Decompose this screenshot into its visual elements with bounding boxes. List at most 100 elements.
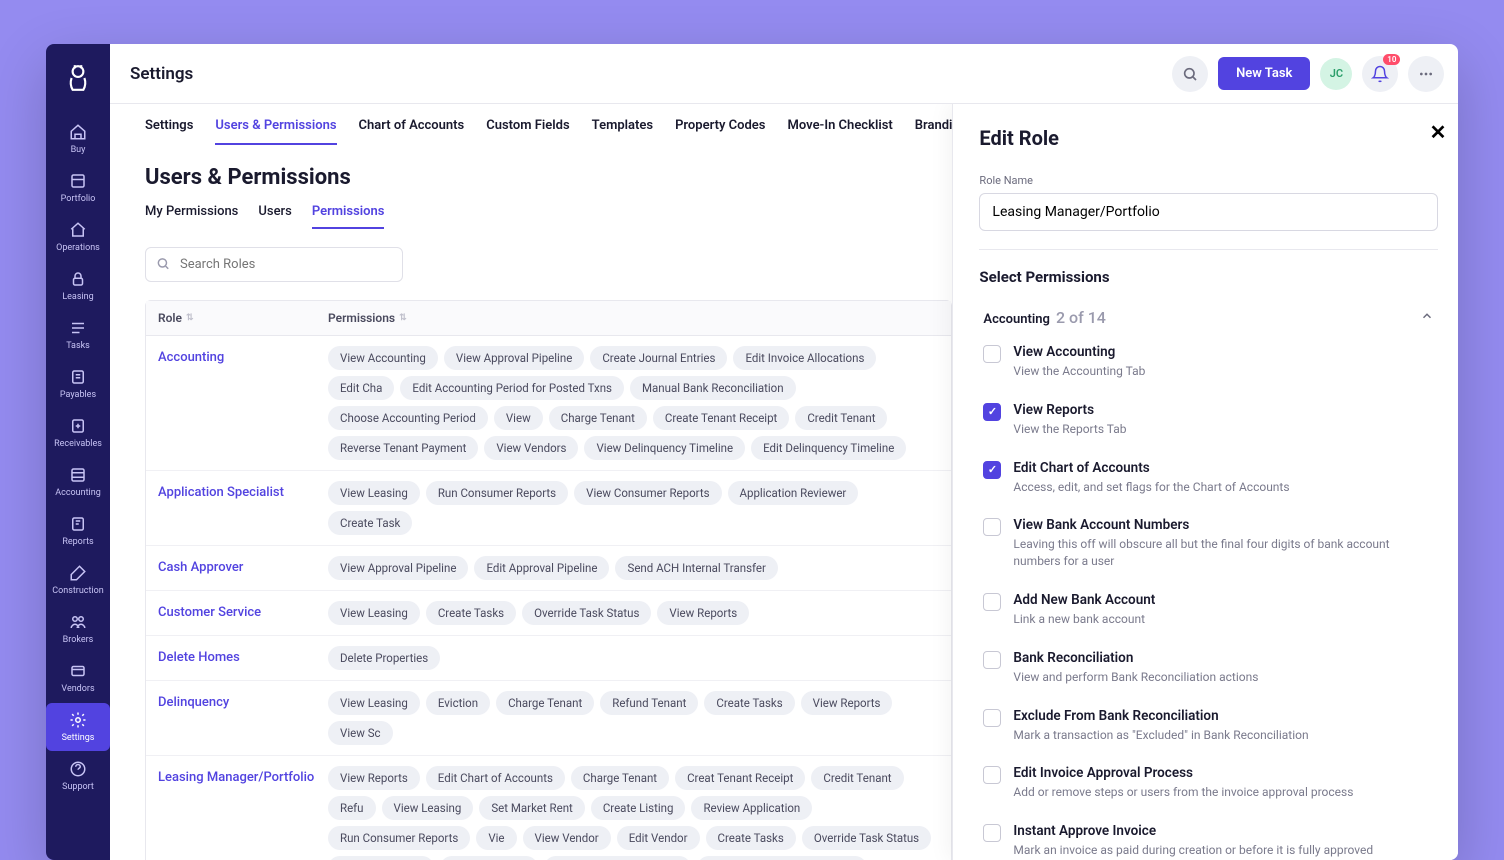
sidebar-item-settings[interactable]: Settings (46, 703, 110, 751)
permission-checkbox[interactable]: ✓ (983, 461, 1001, 479)
table-row: AccountingView AccountingView Approval P… (146, 336, 951, 471)
permission-name: Add New Bank Account (1013, 592, 1434, 608)
th-role[interactable]: Role⇅ (158, 311, 328, 325)
sidebar-item-receivables[interactable]: Receivables (46, 409, 110, 457)
permission-pill: View Delinquency Timeline (584, 436, 745, 460)
close-icon[interactable]: ✕ (1430, 120, 1447, 144)
sidebar-item-operations[interactable]: Operations (46, 213, 110, 261)
tab-chart-of-accounts[interactable]: Chart of Accounts (359, 118, 465, 145)
role-link[interactable]: Application Specialist (158, 481, 328, 500)
permission-pill: Send Tenant A (440, 856, 538, 860)
permission-pill: Override Task Status (802, 826, 931, 850)
sidebar-item-tasks[interactable]: Tasks (46, 311, 110, 359)
permission-checkbox[interactable] (983, 766, 1001, 784)
chevron-up-icon (1420, 308, 1434, 327)
permission-name: View Reports (1013, 402, 1434, 418)
sidebar-item-accounting[interactable]: Accounting (46, 458, 110, 506)
nav-label: Buy (71, 145, 86, 155)
table-row: Customer ServiceView LeasingCreate Tasks… (146, 591, 951, 636)
permission-pill: Edit Invoice Allocations (733, 346, 876, 370)
permission-pill: Application Reviewer (728, 481, 859, 505)
role-name-input[interactable] (979, 193, 1438, 231)
sidebar-item-portfolio[interactable]: Portfolio (46, 164, 110, 212)
sidebar-item-brokers[interactable]: Brokers (46, 605, 110, 653)
permission-pill: Edit Cha (328, 376, 394, 400)
tab-brandi[interactable]: Brandi (915, 118, 953, 145)
sidebar-item-buy[interactable]: Buy (46, 115, 110, 163)
permission-name: Edit Chart of Accounts (1013, 460, 1434, 476)
permission-pill: Create Listing (591, 796, 686, 820)
role-link[interactable]: Delete Homes (158, 646, 328, 665)
permission-pill: View Leasing (382, 796, 474, 820)
permission-checkbox[interactable] (983, 824, 1001, 842)
permission-pill: Create Task (328, 511, 412, 535)
tab-settings[interactable]: Settings (145, 118, 193, 145)
tab-templates[interactable]: Templates (592, 118, 653, 145)
role-link[interactable]: Cash Approver (158, 556, 328, 575)
more-button[interactable] (1408, 56, 1444, 92)
subtab-my-permissions[interactable]: My Permissions (145, 204, 238, 229)
sidebar-item-vendors[interactable]: Vendors (46, 654, 110, 702)
permission-checkbox[interactable] (983, 593, 1001, 611)
search-roles-input[interactable] (145, 247, 403, 282)
permission-checkbox[interactable] (983, 345, 1001, 363)
notifications-button[interactable]: 10 (1362, 56, 1398, 92)
tab-custom-fields[interactable]: Custom Fields (486, 118, 569, 145)
sidebar-item-construction[interactable]: Construction (46, 556, 110, 604)
permission-pill: Create Tenant Receipt (653, 406, 789, 430)
permission-item: Edit Invoice Approval ProcessAdd or remo… (979, 754, 1438, 812)
role-link[interactable]: Customer Service (158, 601, 328, 620)
search-button[interactable] (1172, 56, 1208, 92)
th-permissions[interactable]: Permissions⇅ (328, 311, 407, 325)
sort-icon: ⇅ (399, 313, 407, 323)
permission-checkbox[interactable] (983, 709, 1001, 727)
permission-name: Edit Invoice Approval Process (1013, 765, 1434, 781)
table-row: Leasing Manager/PortfolioView ReportsEdi… (146, 756, 951, 860)
permission-pill: Credit Tenant (811, 766, 903, 790)
permission-checkbox[interactable] (983, 518, 1001, 536)
nav-label: Leasing (62, 292, 93, 302)
sidebar-item-payables[interactable]: Payables (46, 360, 110, 408)
permission-item: ✓ View Reports View the Reports Tab (979, 391, 1438, 449)
accounting-icon (69, 466, 87, 484)
sidebar-item-support[interactable]: Support (46, 752, 110, 800)
permission-desc: View the Reports Tab (1013, 421, 1434, 438)
operations-icon (69, 221, 87, 239)
permission-pill: Initiate Eviction Process (544, 856, 691, 860)
tab-users-permissions[interactable]: Users & Permissions (215, 118, 336, 145)
permission-pill: View Vendor (523, 826, 611, 850)
permission-pill: Edit Chart of Accounts (426, 766, 565, 790)
tab-move-in-checklist[interactable]: Move-In Checklist (788, 118, 893, 145)
permission-checkbox[interactable]: ✓ (983, 403, 1001, 421)
sidebar-item-leasing[interactable]: Leasing (46, 262, 110, 310)
permission-pill: Send ACH Internal Transfer (615, 556, 777, 580)
tab-property-codes[interactable]: Property Codes (675, 118, 765, 145)
avatar[interactable]: JC (1320, 58, 1352, 90)
permission-pill: View Accounting (328, 346, 438, 370)
permission-item: Bank ReconciliationView and perform Bank… (979, 639, 1438, 697)
permission-pill: Create Tasks (706, 826, 796, 850)
sidebar-item-reports[interactable]: Reports (46, 507, 110, 555)
permission-item: ✓Edit Chart of AccountsAccess, edit, and… (979, 449, 1438, 507)
role-link[interactable]: Delinquency (158, 691, 328, 710)
permission-pill: Run Consumer Reports (328, 826, 470, 850)
permission-pill: View Sc (328, 721, 393, 745)
subtab-users[interactable]: Users (258, 204, 291, 229)
permission-pill: View Reports (657, 601, 749, 625)
role-link[interactable]: Leasing Manager/Portfolio (158, 766, 328, 785)
construction-icon (69, 564, 87, 582)
permission-pill: Create Tasks (704, 691, 794, 715)
permission-desc: Mark an invoice as paid during creation … (1013, 842, 1434, 859)
permission-name: Instant Approve Invoice (1013, 823, 1434, 839)
permission-pill: Edit Accounting Period for Posted Txns (400, 376, 624, 400)
role-link[interactable]: Accounting (158, 346, 328, 365)
permission-checkbox[interactable] (983, 651, 1001, 669)
accordion-accounting[interactable]: Accounting2 of 14 (979, 302, 1438, 333)
permission-pill: Charge Tenant (549, 406, 647, 430)
nav-label: Settings (62, 733, 95, 743)
permission-pill: Edit Delinquency Timeline (751, 436, 906, 460)
new-task-button[interactable]: New Task (1218, 57, 1310, 90)
permission-pill: Choose Accounting Period (328, 406, 488, 430)
sidebar: Buy PortfolioOperations Leasing TasksPayabl… (46, 44, 110, 860)
subtab-permissions[interactable]: Permissions (312, 204, 385, 229)
